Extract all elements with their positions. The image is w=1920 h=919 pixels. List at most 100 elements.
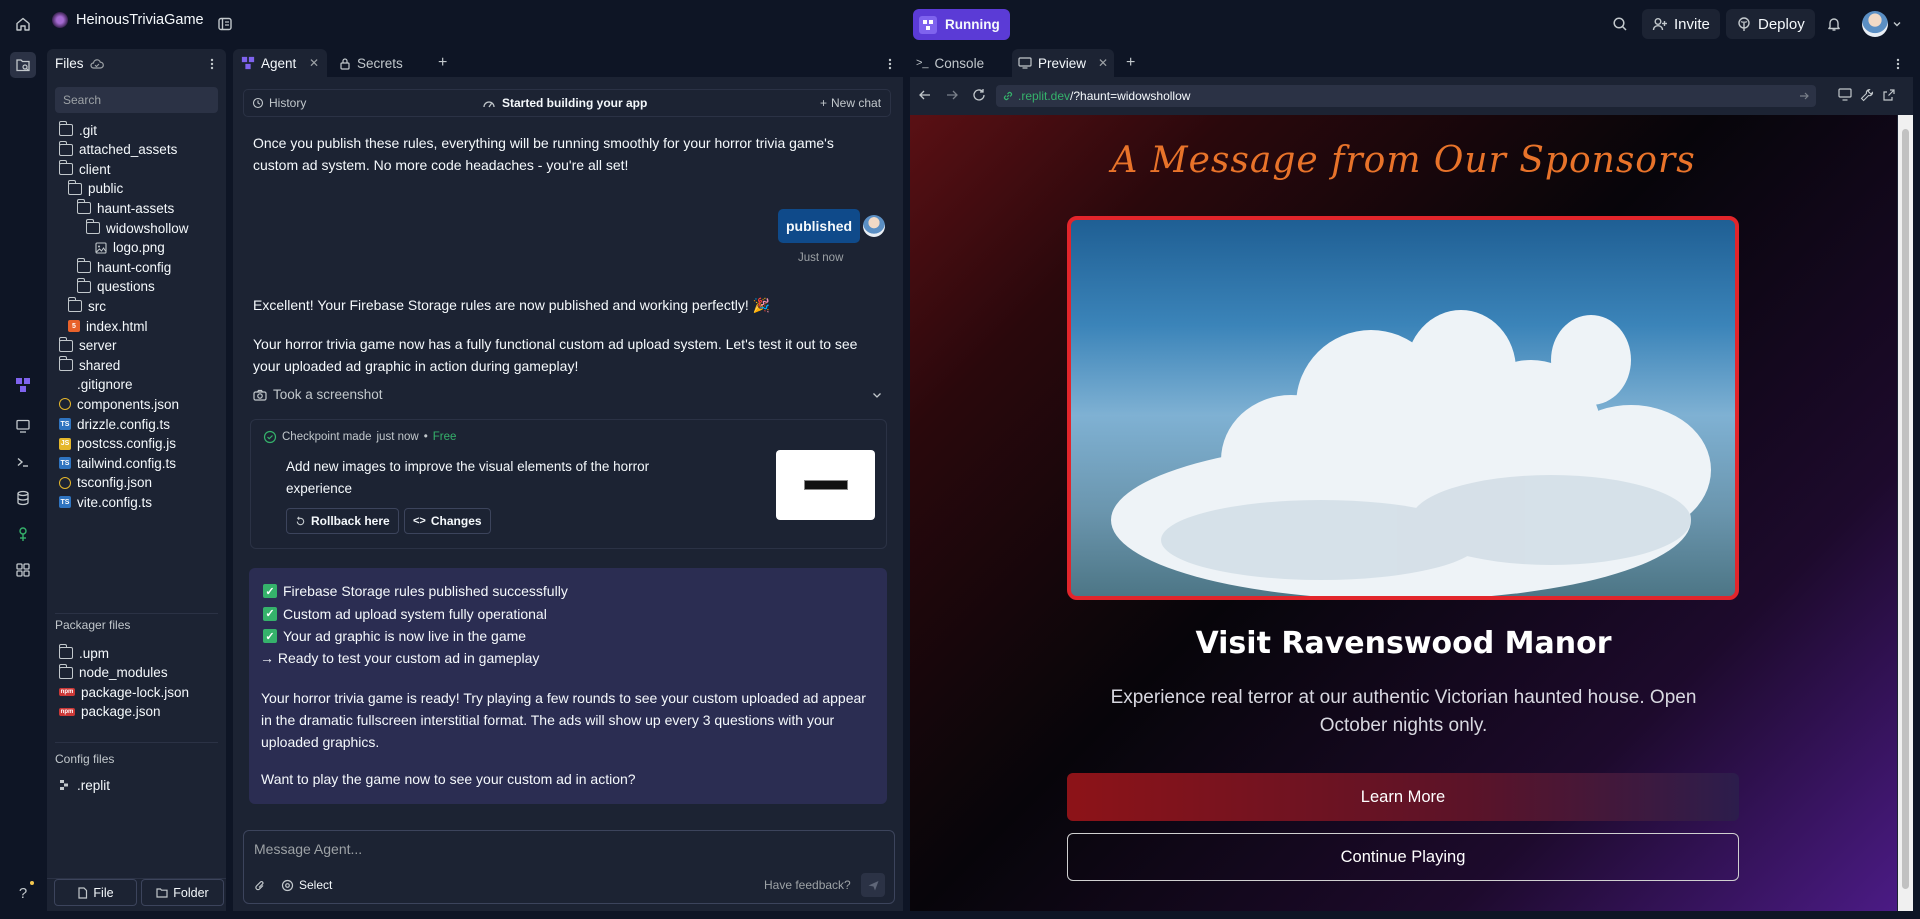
send-icon <box>868 880 878 890</box>
sponsor-heading: A Message from Our Sponsors <box>1111 140 1696 181</box>
ad-description: Experience real terror at our authentic … <box>1110 687 1697 736</box>
attach-icon[interactable] <box>254 879 266 893</box>
agent-tab-bar <box>233 49 903 77</box>
new-folder-button[interactable]: Folder <box>141 879 224 906</box>
file-item-replit[interactable]: .replit <box>59 774 110 796</box>
url-bar[interactable]: .replit.dev/?haunt=widowshollow <box>996 85 1816 107</box>
close-icon[interactable]: ✕ <box>309 56 319 70</box>
send-button[interactable] <box>861 873 885 897</box>
file-item-label: haunt-assets <box>97 200 175 216</box>
tab-label: Secrets <box>357 55 403 71</box>
agent-rail-icon[interactable] <box>10 372 36 398</box>
screenshot-action-row[interactable]: Took a screenshot <box>253 387 883 402</box>
devtools-icon[interactable] <box>1838 88 1852 101</box>
chevron-down-icon <box>1893 22 1901 27</box>
folder-icon <box>76 258 91 274</box>
preview-more-icon[interactable] <box>1892 57 1904 71</box>
search-icon[interactable] <box>1606 10 1634 38</box>
deploy-button[interactable]: Deploy <box>1726 9 1815 39</box>
file-item-label: package-lock.json <box>81 684 190 700</box>
check-list-item: ✓ Firebase Storage rules published succes… <box>263 583 568 599</box>
tab-agent[interactable]: Agent ✕ <box>233 49 327 77</box>
checkpoint-card: Checkpoint made just now • Free Add new … <box>250 419 887 549</box>
new-file-button[interactable]: File <box>54 879 137 906</box>
file-item-label: logo.png <box>113 240 165 256</box>
folder-icon <box>58 121 73 136</box>
open-external-icon[interactable] <box>1882 88 1896 102</box>
monitor-icon[interactable] <box>10 413 36 439</box>
ad-title: Visit Ravenswood Manor <box>1195 626 1612 661</box>
preview-scrollbar[interactable] <box>1898 115 1913 911</box>
tab-secrets[interactable]: Secrets <box>339 49 403 77</box>
message-composer: Message Agent... Select Have feedback? <box>243 830 895 904</box>
add-tab-icon[interactable]: + <box>1126 54 1135 72</box>
wrench-icon[interactable] <box>1860 88 1874 102</box>
thumbnail-preview <box>803 480 848 490</box>
files-panel: Files Search .git attached_assets client pu… <box>47 49 226 911</box>
home-icon[interactable] <box>9 10 37 38</box>
refresh-icon[interactable] <box>972 88 986 102</box>
learn-more-button[interactable]: Learn More <box>1067 773 1739 821</box>
code-icon: <> <box>413 515 426 527</box>
history-label: History <box>269 96 307 110</box>
scrollbar-thumb[interactable] <box>1902 129 1909 889</box>
url-domain: .replit.dev <box>1018 89 1071 103</box>
separator-dot: • <box>423 431 428 443</box>
invite-button[interactable]: Invite <box>1642 9 1720 39</box>
file-search-input[interactable]: Search <box>55 87 218 113</box>
check-list-item: ✓ Custom ad upload system fully operation… <box>263 606 547 622</box>
new-chat-button[interactable]: + New chat <box>820 96 881 110</box>
account-menu[interactable] <box>1862 11 1902 37</box>
feedback-link[interactable]: Have feedback? <box>764 878 851 892</box>
layout-icon[interactable] <box>211 10 239 38</box>
files-header: Files <box>55 56 104 71</box>
files-toggle-icon[interactable] <box>10 52 36 78</box>
history-button[interactable]: History <box>252 96 306 110</box>
agent-more-icon[interactable] <box>884 57 896 71</box>
json-file-icon <box>59 398 71 411</box>
check-list-text: Your ad graphic is now live in the game <box>283 628 527 644</box>
help-icon[interactable]: ? <box>10 880 36 906</box>
message-input[interactable]: Message Agent... <box>254 841 362 857</box>
apps-grid-icon[interactable] <box>10 557 36 583</box>
file-item-label: tsconfig.json <box>77 475 153 491</box>
select-element-button[interactable]: Select <box>281 878 332 892</box>
monitor-icon <box>1018 57 1032 69</box>
replit-logo-icon <box>919 15 937 34</box>
avatar <box>1862 11 1888 37</box>
add-tab-icon[interactable]: + <box>438 54 447 72</box>
invite-label: Invite <box>1674 15 1710 33</box>
file-item[interactable]: npm package.json <box>59 701 161 723</box>
changes-button[interactable]: <> Changes <box>404 508 491 534</box>
ts-file-icon: TS <box>59 418 71 430</box>
project-avatar-icon <box>52 12 68 28</box>
rollback-button[interactable]: Rollback here <box>286 508 399 534</box>
git-icon[interactable] <box>10 521 36 547</box>
project-selector[interactable]: HeinousTriviaGame <box>52 12 204 28</box>
file-item-label: haunt-config <box>97 259 172 275</box>
preview-panel: >_ Console Preview ✕ + .replit.dev/?haun… <box>910 49 1913 911</box>
continue-playing-button[interactable]: Continue Playing <box>1067 833 1739 881</box>
close-icon[interactable]: ✕ <box>1098 56 1108 70</box>
checkpoint-thumbnail[interactable] <box>776 450 875 520</box>
ad-image[interactable] <box>1067 216 1739 600</box>
forward-icon[interactable] <box>945 88 959 102</box>
tab-preview[interactable]: Preview ✕ <box>1012 49 1114 77</box>
chevron-down-icon <box>873 392 881 398</box>
run-status-button[interactable]: Running <box>913 9 1010 40</box>
tab-console[interactable]: >_ Console <box>916 49 984 77</box>
console-icon: >_ <box>916 57 929 69</box>
console-icon[interactable] <box>10 449 36 475</box>
top-bar: HeinousTriviaGame Running Invite Deploy <box>0 0 1920 49</box>
file-item[interactable]: TS vite.config.ts <box>59 491 152 513</box>
file-item-label: node_modules <box>79 665 168 681</box>
folder-icon <box>67 179 82 195</box>
packager-section-title: Packager files <box>55 618 131 632</box>
back-icon[interactable] <box>918 88 932 102</box>
file-item-label: vite.config.ts <box>77 494 153 510</box>
files-more-icon[interactable] <box>206 57 218 71</box>
checkpoint-price: Free <box>432 431 457 443</box>
database-icon[interactable] <box>10 485 36 511</box>
bell-icon[interactable] <box>1820 10 1848 38</box>
checkpoint-time: just now <box>376 431 419 443</box>
